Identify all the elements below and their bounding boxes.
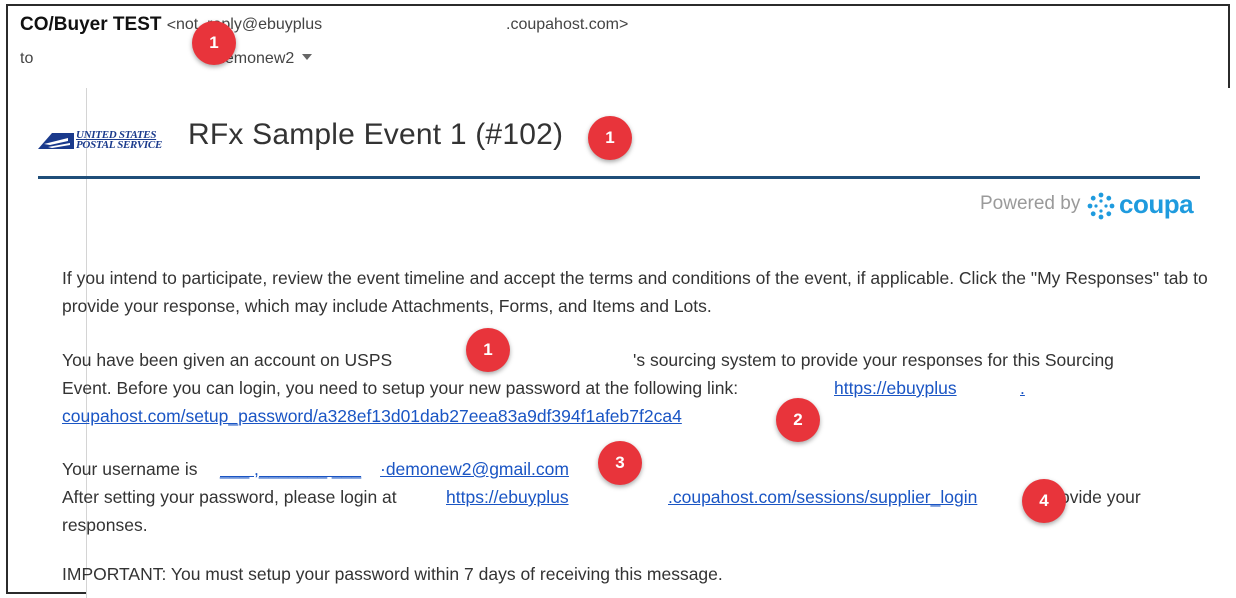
setup-password-link-part1[interactable]: https://ebuyplus [834, 374, 957, 402]
account-text-line2: Event. Before you can login, you need to… [62, 378, 739, 398]
event-title: RFx Sample Event 1 (#102) [188, 118, 564, 151]
account-text-part2: 's sourcing system to provide your respo… [633, 350, 1114, 370]
annotation-badge-1-account: 1 [466, 328, 510, 372]
annotation-badge-1-title: 1 [588, 116, 632, 160]
login-text-suffix: ovide your [1060, 487, 1141, 507]
email-body [86, 88, 1232, 598]
email-window: CO/Buyer TEST < not_reply@ebuyplus .coup… [6, 4, 1232, 598]
usps-eagle-icon [38, 133, 74, 149]
login-link-part2[interactable]: .coupahost.com/sessions/supplier_login [668, 483, 977, 511]
coupa-burst-icon [1087, 192, 1115, 220]
chevron-down-icon[interactable] [302, 54, 313, 60]
annotation-badge-2: 2 [776, 398, 820, 442]
usps-logo: UNITED STATES POSTAL SERVICE [38, 130, 174, 152]
setup-password-link-line2[interactable]: coupahost.com/setup_password/a328ef13d01… [62, 402, 682, 430]
sender-line: CO/Buyer TEST < [20, 14, 176, 36]
to-label: to [20, 50, 34, 67]
intro-paragraph: If you intend to participate, review the… [62, 268, 1208, 316]
setup-password-link-part2[interactable]: . [1020, 374, 1025, 402]
account-text-part1: You have been given an account on USPS [62, 350, 393, 370]
login-text: After setting your password, please logi… [62, 487, 397, 507]
sender-name: CO/Buyer TEST [20, 14, 162, 35]
username-label: Your username is [62, 459, 198, 479]
important-notice: IMPORTANT: You must setup your password … [62, 564, 723, 584]
powered-by-label: Powered by [980, 193, 1081, 214]
usps-line2: POSTAL SERVICE [76, 139, 162, 151]
usps-wordmark: UNITED STATES POSTAL SERVICE [76, 130, 162, 151]
annotation-badge-3: 3 [598, 441, 642, 485]
sender-email-domain: .coupahost.com> [506, 16, 629, 33]
annotation-badge-1: 1 [192, 21, 236, 65]
username-email-link[interactable]: ·demonew2@gmail.com [380, 455, 569, 483]
username-redacted[interactable]: ___ ,_______ ___ [220, 455, 361, 483]
login-text-line2: responses. [62, 515, 148, 535]
coupa-logo: coupa [1086, 189, 1216, 221]
coupa-wordmark: coupa [1119, 189, 1194, 219]
title-divider [38, 176, 1200, 179]
annotation-badge-4: 4 [1022, 479, 1066, 523]
login-link-part1[interactable]: https://ebuyplus [446, 483, 569, 511]
sender-email-bracket: < [166, 17, 177, 34]
